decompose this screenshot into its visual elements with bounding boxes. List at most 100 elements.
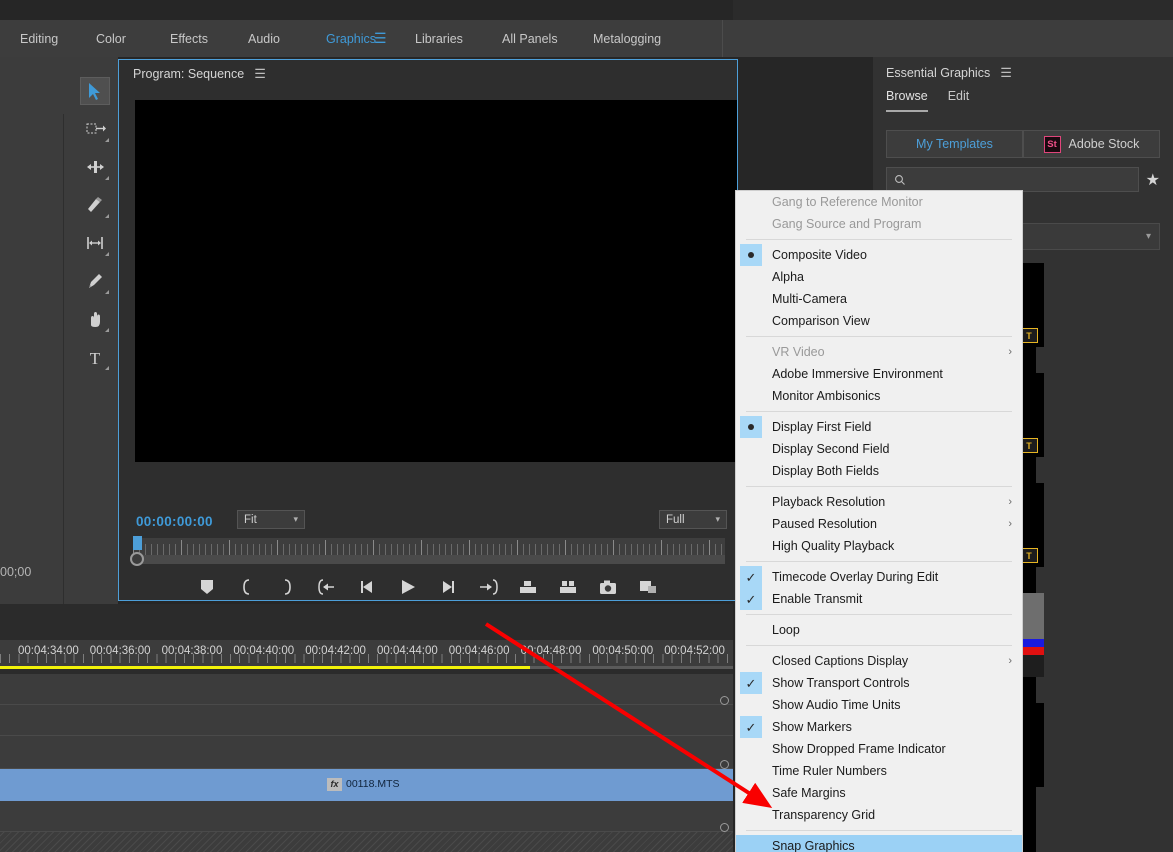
menu-separator	[746, 336, 1012, 337]
menu-item-multi-camera[interactable]: Multi-Camera	[736, 288, 1022, 310]
timeline-ruler-label: 00:04:36:00	[89, 645, 151, 657]
selected-video-track[interactable]: fx 00118.MTS	[0, 760, 733, 801]
menu-item-display-second-field[interactable]: Display Second Field	[736, 438, 1022, 460]
segment-label: My Templates	[916, 137, 993, 151]
track-keyframe-dot[interactable]	[720, 696, 729, 705]
selection-tool[interactable]	[80, 77, 110, 105]
menu-item-show-markers[interactable]: ✓ Show Markers	[736, 716, 1022, 738]
menu-item-adobe-immersive-environment[interactable]: Adobe Immersive Environment	[736, 363, 1022, 385]
timeline-track[interactable]	[0, 736, 733, 769]
menu-item-safe-margins[interactable]: Safe Margins	[736, 782, 1022, 804]
menu-item-composite-video[interactable]: Composite Video	[736, 244, 1022, 266]
star-icon[interactable]: ★	[1146, 170, 1160, 190]
workspace-tab-editing[interactable]: Editing	[10, 20, 68, 57]
program-monitor-video[interactable]	[135, 100, 737, 462]
workspace-tab-effects[interactable]: Effects	[160, 20, 218, 57]
menu-item-timecode-overlay-during-edit[interactable]: ✓ Timecode Overlay During Edit	[736, 566, 1022, 588]
lift-icon	[520, 580, 536, 593]
add-marker-button[interactable]	[197, 576, 219, 598]
workspace-tab-audio[interactable]: Audio	[238, 20, 290, 57]
menu-item-transparency-grid[interactable]: Transparency Grid	[736, 804, 1022, 826]
ripple-edit-tool[interactable]	[80, 153, 110, 181]
left-panel: 00;00 +	[0, 57, 72, 660]
menu-item-snap-graphics[interactable]: Snap Graphics	[736, 835, 1022, 852]
tool-expand-corner	[105, 328, 109, 332]
program-monitor-timecode[interactable]: 00:00:00:00	[136, 514, 213, 529]
egp-tab-browse[interactable]: Browse	[886, 89, 928, 112]
pen-icon	[88, 273, 102, 288]
monitor-scrollbar[interactable]	[133, 555, 725, 564]
step-back-button[interactable]	[357, 576, 379, 598]
track-select-forward-tool[interactable]	[80, 115, 110, 143]
hamburger-icon[interactable]: ☰	[1000, 65, 1012, 81]
timeline-track[interactable]	[0, 801, 733, 832]
type-tool[interactable]: T	[80, 343, 110, 371]
play-stop-button[interactable]	[397, 576, 419, 598]
segment-my-templates[interactable]: My Templates	[886, 130, 1023, 158]
menu-item-show-transport-controls[interactable]: ✓ Show Transport Controls	[736, 672, 1022, 694]
workspace-tab-color[interactable]: Color	[86, 20, 136, 57]
pen-tool[interactable]	[80, 267, 110, 295]
menu-item-playback-resolution[interactable]: Playback Resolution ›	[736, 491, 1022, 513]
menu-item-show-audio-time-units[interactable]: Show Audio Time Units	[736, 694, 1022, 716]
menu-item-label: Time Ruler Numbers	[772, 764, 887, 778]
menu-item-comparison-view[interactable]: Comparison View	[736, 310, 1022, 332]
mark-in-button[interactable]	[237, 576, 259, 598]
menu-item-vr-video: VR Video ›	[736, 341, 1022, 363]
menu-item-paused-resolution[interactable]: Paused Resolution ›	[736, 513, 1022, 535]
go-to-out-button[interactable]	[477, 576, 499, 598]
hamburger-icon[interactable]: ☰	[254, 66, 266, 82]
go-to-in-button[interactable]	[317, 576, 339, 598]
menu-item-gang-source-and-program: Gang Source and Program	[736, 213, 1022, 235]
button-editor-button[interactable]	[637, 576, 659, 598]
egp-tab-edit[interactable]: Edit	[948, 89, 970, 110]
playhead-indicator[interactable]	[133, 536, 142, 550]
menu-item-loop[interactable]: Loop	[736, 619, 1022, 641]
slip-tool[interactable]	[80, 229, 110, 257]
slip-icon	[86, 236, 103, 249]
tools-panel: T	[72, 57, 118, 660]
workspace-menu-icon[interactable]: ☰	[368, 30, 393, 47]
hand-tool[interactable]	[80, 305, 110, 333]
adobe-stock-icon: St	[1043, 135, 1061, 153]
timeline-track[interactable]	[0, 674, 733, 705]
search-row: ★	[886, 167, 1160, 192]
menu-item-time-ruler-numbers[interactable]: Time Ruler Numbers	[736, 760, 1022, 782]
menu-item-monitor-ambisonics[interactable]: Monitor Ambisonics	[736, 385, 1022, 407]
essential-graphics-header: Essential Graphics ☰	[873, 57, 1173, 89]
track-keyframe-dot[interactable]	[720, 760, 729, 769]
workspace-tab-metalogging[interactable]: Metalogging	[583, 20, 671, 57]
razor-tool[interactable]	[80, 191, 110, 219]
transport-controls	[119, 572, 737, 602]
timeline-ruler-label: 00:04:40:00	[233, 645, 295, 657]
menu-item-high-quality-playback[interactable]: High Quality Playback	[736, 535, 1022, 557]
timeline-track[interactable]	[0, 696, 733, 736]
menu-item-display-first-field[interactable]: Display First Field	[736, 416, 1022, 438]
scrollbar-handle-left[interactable]	[130, 552, 144, 566]
left-panel-timecode: 00;00	[0, 565, 32, 579]
timeline-ruler[interactable]: 00:04:34:00 00:04:36:00 00:04:38:00 00:04:4…	[0, 640, 733, 668]
step-forward-button[interactable]	[437, 576, 459, 598]
video-clip[interactable]: fx 00118.MTS	[323, 775, 400, 793]
extract-button[interactable]	[557, 576, 579, 598]
render-bar-rendered	[0, 666, 530, 669]
workspace-bar: Editing Color Effects Audio Graphics ☰ Librari…	[0, 20, 1173, 57]
menu-item-display-both-fields[interactable]: Display Both Fields	[736, 460, 1022, 482]
lift-button[interactable]	[517, 576, 539, 598]
workspace-tab-libraries[interactable]: Libraries	[405, 20, 473, 57]
menu-item-label: Comparison View	[772, 314, 870, 328]
workspace-tab-all-panels[interactable]: All Panels	[492, 20, 568, 57]
zoom-level-dropdown[interactable]: Fit ▾	[237, 510, 305, 529]
search-input[interactable]	[886, 167, 1139, 192]
playback-quality-dropdown[interactable]: Full ▾	[659, 510, 727, 529]
menu-item-label: Loop	[772, 623, 800, 637]
program-monitor-ruler[interactable]	[133, 538, 725, 555]
menu-item-alpha[interactable]: Alpha	[736, 266, 1022, 288]
mark-out-button[interactable]	[277, 576, 299, 598]
track-keyframe-dot[interactable]	[720, 823, 729, 832]
segment-adobe-stock[interactable]: St Adobe Stock	[1023, 130, 1160, 158]
menu-item-enable-transmit[interactable]: ✓ Enable Transmit	[736, 588, 1022, 610]
menu-item-show-dropped-frame-indicator[interactable]: Show Dropped Frame Indicator	[736, 738, 1022, 760]
menu-item-closed-captions-display[interactable]: Closed Captions Display ›	[736, 650, 1022, 672]
export-frame-button[interactable]	[597, 576, 619, 598]
